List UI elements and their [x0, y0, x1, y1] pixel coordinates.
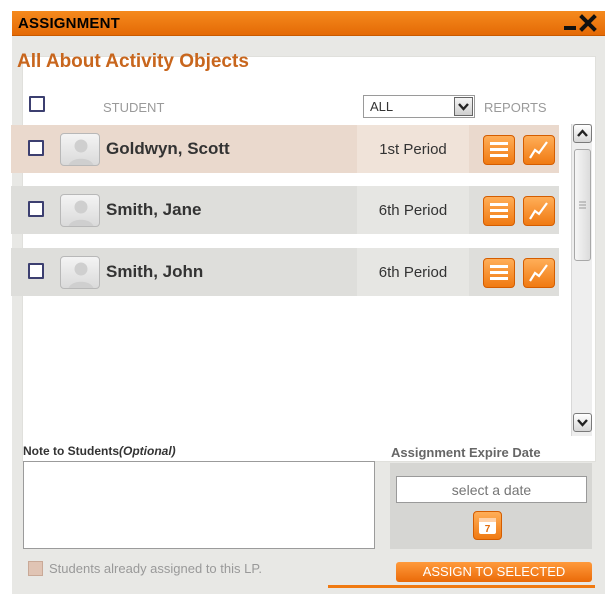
expire-date-label: Assignment Expire Date — [391, 445, 541, 460]
chevron-down-icon — [577, 419, 588, 427]
note-to-students-input[interactable] — [23, 461, 375, 549]
period-cell: 6th Period — [357, 248, 469, 296]
period-filter-value: ALL — [370, 99, 394, 114]
minimize-icon[interactable] — [564, 26, 576, 30]
row-checkbox[interactable] — [28, 201, 44, 217]
student-name: Smith, Jane — [106, 200, 202, 219]
expire-date-input[interactable] — [396, 476, 587, 503]
grip-icon — [579, 201, 586, 209]
report-list-button[interactable] — [483, 196, 515, 226]
student-period: 6th Period — [378, 264, 448, 281]
window-title: ASSIGNMENT — [18, 15, 121, 32]
activity-title: All About Activity Objects — [17, 51, 249, 72]
report-list-button[interactable] — [483, 135, 515, 165]
report-list-icon — [490, 203, 508, 218]
student-row[interactable]: Smith, John 6th Period — [11, 248, 559, 296]
avatar — [60, 194, 100, 227]
close-icon[interactable] — [579, 14, 597, 32]
period-cell: 6th Period — [357, 186, 469, 234]
calendar-icon: 7 — [479, 518, 496, 535]
assign-to-selected-button[interactable]: ASSIGN TO SELECTED — [396, 562, 592, 582]
chart-report-button[interactable] — [523, 258, 555, 288]
calendar-button[interactable]: 7 — [473, 511, 502, 540]
student-column-header: STUDENT — [103, 100, 165, 115]
chevron-up-icon — [577, 129, 588, 137]
scroll-up-button[interactable] — [573, 124, 592, 143]
note-label-optional: (Optional) — [119, 444, 176, 458]
student-row[interactable]: Smith, Jane 6th Period — [11, 186, 559, 234]
report-list-icon — [490, 265, 508, 280]
chart-line-icon — [529, 202, 548, 220]
chart-report-button[interactable] — [523, 196, 555, 226]
reports-column-header: REPORTS — [484, 100, 547, 115]
period-cell: 1st Period — [357, 125, 469, 173]
scroll-down-button[interactable] — [573, 413, 592, 432]
period-filter-select[interactable]: ALL — [363, 95, 475, 118]
note-label: Note to Students(Optional) — [23, 444, 176, 458]
report-list-icon — [490, 142, 508, 157]
avatar — [60, 133, 100, 166]
already-assigned-checkbox — [28, 561, 43, 576]
chart-line-icon — [529, 264, 548, 282]
student-row[interactable]: Goldwyn, Scott 1st Period — [11, 125, 559, 173]
chart-line-icon — [529, 141, 548, 159]
expire-date-panel: 7 — [390, 463, 592, 549]
row-checkbox[interactable] — [28, 263, 44, 279]
scroll-thumb[interactable] — [574, 149, 591, 261]
student-period: 6th Period — [378, 202, 448, 219]
assign-button-accent-bar — [328, 585, 595, 588]
student-list-scrollbar[interactable] — [571, 124, 592, 436]
row-checkbox[interactable] — [28, 140, 44, 156]
calendar-day: 7 — [485, 524, 491, 535]
select-all-checkbox[interactable] — [29, 96, 45, 112]
already-assigned-label: Students already assigned to this LP. — [49, 561, 262, 576]
student-name: Goldwyn, Scott — [106, 139, 230, 158]
chevron-down-icon[interactable] — [454, 97, 473, 116]
student-name: Smith, John — [106, 262, 204, 281]
note-label-text: Note to Students — [23, 444, 119, 458]
chart-report-button[interactable] — [523, 135, 555, 165]
avatar — [60, 256, 100, 289]
report-list-button[interactable] — [483, 258, 515, 288]
student-period: 1st Period — [379, 141, 447, 158]
titlebar: ASSIGNMENT — [12, 11, 605, 36]
